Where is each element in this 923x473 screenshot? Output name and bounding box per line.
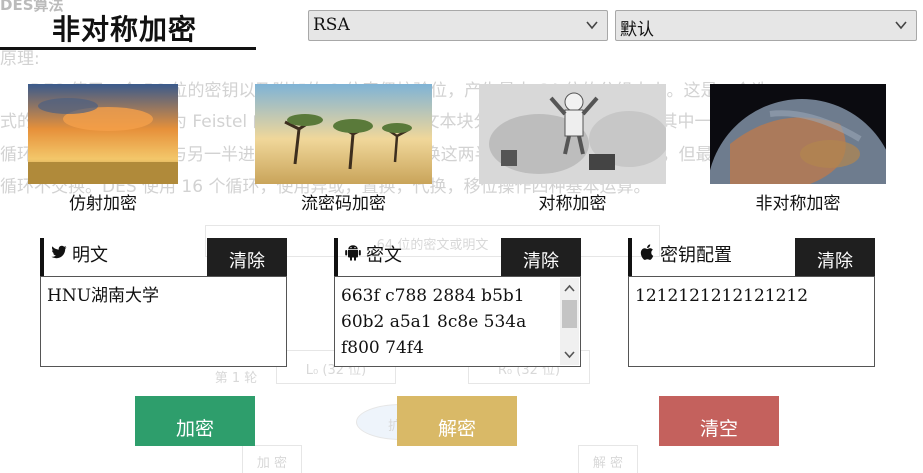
android-icon bbox=[345, 245, 361, 261]
scroll-thumb[interactable] bbox=[562, 300, 577, 328]
plaintext-label: 明文 bbox=[72, 245, 108, 266]
plaintext-value: HNU湖南大学 bbox=[47, 286, 160, 306]
chevron-down-icon bbox=[895, 21, 907, 30]
ciphertext-output[interactable]: 663f c788 2884 b5b1 60b2 a5a1 8c8e 534a … bbox=[334, 276, 581, 367]
planet-image bbox=[707, 84, 897, 289]
ciphertext-panel: 密文 清除 663f c788 2884 b5b1 60b2 a5a1 8c8e… bbox=[334, 238, 581, 367]
trees-lake-image bbox=[255, 84, 432, 184]
key-value: 1212121212121212 bbox=[635, 286, 809, 306]
clear-ciphertext-button[interactable]: 清除 bbox=[501, 238, 581, 276]
twitter-icon bbox=[51, 245, 67, 259]
key-config-panel: 密钥配置 清除 1212121212121212 bbox=[628, 238, 875, 367]
clear-plaintext-button[interactable]: 清除 bbox=[207, 238, 287, 276]
mode-select[interactable]: 默认 bbox=[615, 10, 917, 41]
scroll-down-icon[interactable] bbox=[564, 351, 575, 359]
algorithm-select[interactable]: RSA bbox=[308, 10, 608, 41]
decrypt-button[interactable]: 解密 bbox=[397, 396, 517, 446]
background-diagram-label: 第 1 轮 bbox=[214, 371, 258, 386]
background-diagram-box: 加 密 bbox=[242, 445, 302, 473]
card-caption: 流密码加密 bbox=[301, 194, 386, 214]
card-stream-cipher[interactable]: 流密码加密 bbox=[255, 84, 432, 214]
card-asymmetric-cipher[interactable]: 非对称加密 bbox=[707, 84, 897, 289]
card-caption: 对称加密 bbox=[538, 194, 607, 214]
card-affine-cipher[interactable]: 仿射加密 bbox=[28, 84, 178, 214]
algorithm-select-value: RSA bbox=[313, 15, 350, 35]
encrypt-button[interactable]: 加密 bbox=[135, 396, 255, 446]
card-symmetric-cipher[interactable]: 对称加密 bbox=[479, 84, 669, 214]
plaintext-input[interactable]: HNU湖南大学 bbox=[40, 276, 287, 367]
page-title: 非对称加密 bbox=[52, 13, 198, 46]
card-caption: 非对称加密 bbox=[755, 194, 841, 214]
key-config-label: 密钥配置 bbox=[660, 245, 732, 266]
plaintext-header: 明文 清除 bbox=[40, 238, 287, 276]
card-caption: 仿射加密 bbox=[69, 194, 137, 214]
chevron-down-icon bbox=[586, 21, 598, 30]
clear-key-button[interactable]: 清除 bbox=[795, 238, 875, 276]
ciphertext-value: 663f c788 2884 b5b1 60b2 a5a1 8c8e 534a … bbox=[341, 286, 527, 358]
key-config-header: 密钥配置 清除 bbox=[628, 238, 875, 276]
sunset-sky-image bbox=[28, 84, 178, 184]
ciphertext-header: 密文 清除 bbox=[334, 238, 581, 276]
mode-select-value: 默认 bbox=[620, 20, 654, 40]
plaintext-panel: 明文 清除 HNU湖南大学 bbox=[40, 238, 287, 367]
astronaut-image bbox=[479, 84, 669, 184]
apple-icon bbox=[640, 244, 654, 260]
reset-button[interactable]: 清空 bbox=[659, 396, 779, 446]
key-input[interactable]: 1212121212121212 bbox=[628, 276, 875, 367]
ciphertext-label: 密文 bbox=[366, 245, 402, 266]
background-diagram-box: 解 密 bbox=[578, 445, 638, 473]
scroll-up-icon[interactable] bbox=[564, 284, 575, 292]
ciphertext-scrollbar[interactable] bbox=[560, 278, 579, 365]
header: 非对称加密 bbox=[0, 6, 256, 50]
